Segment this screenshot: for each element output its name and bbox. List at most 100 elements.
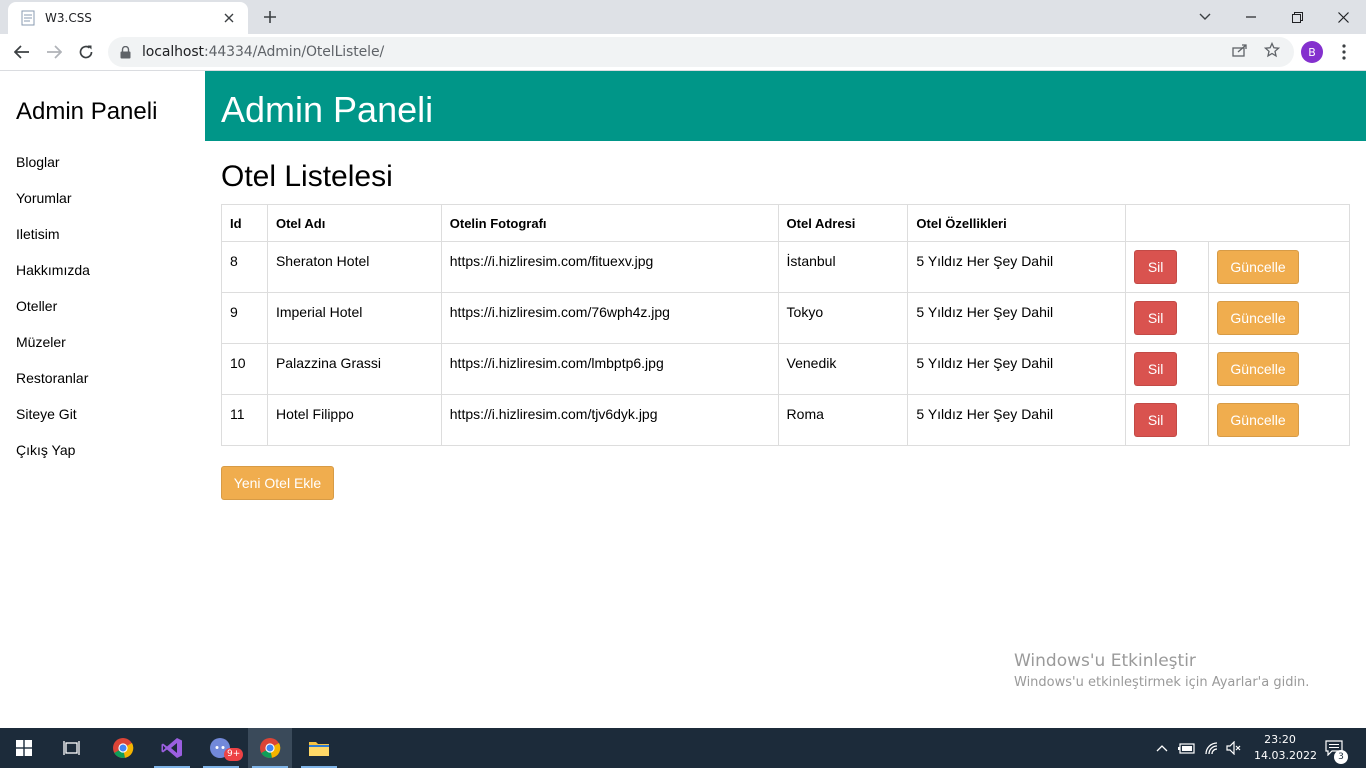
share-icon[interactable]: [1231, 41, 1249, 59]
cell-name: Imperial Hotel: [266, 292, 442, 344]
update-button[interactable]: Güncelle: [1217, 250, 1300, 284]
browser-toolbar: localhost:44334/Admin/OtelListele/ B: [0, 34, 1366, 71]
reload-icon[interactable]: [72, 38, 100, 66]
page-favicon-icon: [20, 10, 36, 26]
minimize-icon[interactable]: [1228, 0, 1274, 34]
url-text: localhost:44334/Admin/OtelListele/: [142, 44, 384, 60]
windows-start-icon[interactable]: [2, 728, 46, 768]
tab-title: W3.CSS: [45, 11, 92, 25]
url-host: localhost: [142, 44, 204, 60]
column-header-name: Otel Adı: [266, 204, 442, 242]
column-header-photo: Otelin Fotografı: [440, 204, 779, 242]
address-bar[interactable]: localhost:44334/Admin/OtelListele/: [108, 37, 1294, 67]
browser-menu-icon[interactable]: [1334, 41, 1354, 63]
sidebar-item-iletisim[interactable]: Iletisim: [16, 226, 60, 242]
column-header-actions: [1125, 204, 1350, 242]
column-header-address: Otel Adresi: [777, 204, 909, 242]
cell-photo: https://i.hizliresim.com/fituexv.jpg: [440, 241, 779, 293]
watermark-subtitle: Windows'u etkinleştirmek için Ayarlar'a …: [1014, 675, 1310, 690]
chrome-icon[interactable]: [101, 728, 145, 768]
taskbar-clock[interactable]: 23:20 14.03.2022: [1254, 732, 1317, 764]
cell-name: Hotel Filippo: [266, 394, 442, 446]
browser-tab-strip: W3.CSS: [0, 0, 1366, 34]
notification-count: 3: [1334, 750, 1348, 764]
page-header: Admin Paneli: [205, 71, 1366, 141]
hotel-table: Id Otel Adı Otelin Fotografı Otel Adresi…: [221, 204, 1350, 446]
cell-photo: https://i.hizliresim.com/lmbptp6.jpg: [440, 343, 779, 395]
chrome-active-icon[interactable]: [248, 728, 292, 768]
forward-arrow-icon[interactable]: [40, 38, 68, 66]
header-title: Admin Paneli: [221, 89, 434, 130]
sidebar-item-bloglar[interactable]: Bloglar: [16, 154, 60, 170]
delete-button[interactable]: Sil: [1134, 403, 1178, 437]
sidebar-item-yorumlar[interactable]: Yorumlar: [16, 190, 72, 206]
file-explorer-icon[interactable]: [297, 728, 341, 768]
cell-address: Venedik: [777, 343, 909, 395]
tray-chevron-up-icon[interactable]: [1154, 728, 1170, 768]
delete-button[interactable]: Sil: [1134, 301, 1178, 335]
battery-icon[interactable]: [1177, 728, 1197, 768]
task-view-icon[interactable]: [50, 728, 94, 768]
cell-address: Roma: [777, 394, 909, 446]
update-button[interactable]: Güncelle: [1217, 352, 1300, 386]
sidebar: Admin Paneli Bloglar Yorumlar Iletisim H…: [0, 71, 205, 728]
cell-id: 8: [221, 241, 268, 293]
cell-update: Güncelle: [1208, 292, 1350, 344]
add-hotel-button[interactable]: Yeni Otel Ekle: [221, 466, 334, 500]
cell-features: 5 Yıldız Her Şey Dahil: [907, 394, 1127, 446]
column-header-features: Otel Özellikleri: [907, 204, 1127, 242]
cell-name: Palazzina Grassi: [266, 343, 442, 395]
cell-delete: Sil: [1125, 343, 1210, 395]
cell-address: İstanbul: [777, 241, 909, 293]
volume-muted-icon[interactable]: [1224, 728, 1244, 768]
discord-badge: 9+: [224, 748, 244, 761]
delete-button[interactable]: Sil: [1134, 352, 1178, 386]
discord-icon[interactable]: 9+: [199, 728, 244, 768]
clock-time: 23:20: [1264, 733, 1296, 746]
tab-search-chevron-icon[interactable]: [1182, 0, 1228, 34]
table-row: 10 Palazzina Grassi https://i.hizliresim…: [221, 343, 1350, 395]
cell-photo: https://i.hizliresim.com/tjv6dyk.jpg: [440, 394, 779, 446]
visual-studio-icon[interactable]: [150, 728, 194, 768]
close-tab-icon[interactable]: [220, 9, 238, 27]
cell-name: Sheraton Hotel: [266, 241, 442, 293]
table-row: 9 Imperial Hotel https://i.hizliresim.co…: [221, 292, 1350, 344]
sidebar-item-siteye-git[interactable]: Siteye Git: [16, 406, 77, 422]
cell-id: 10: [221, 343, 268, 395]
cell-update: Güncelle: [1208, 343, 1350, 395]
cell-photo: https://i.hizliresim.com/76wph4z.jpg: [440, 292, 779, 344]
cell-features: 5 Yıldız Her Şey Dahil: [907, 343, 1127, 395]
restore-icon[interactable]: [1274, 0, 1320, 34]
lock-icon: [120, 45, 134, 59]
cell-update: Güncelle: [1208, 241, 1350, 293]
back-arrow-icon[interactable]: [8, 38, 36, 66]
browser-tab[interactable]: W3.CSS: [8, 2, 248, 34]
windows-taskbar: 9+ 23:20 14.03.2022 3: [0, 728, 1366, 768]
sidebar-item-muzeler[interactable]: Müzeler: [16, 334, 66, 350]
cell-id: 11: [221, 394, 268, 446]
close-window-icon[interactable]: [1320, 0, 1366, 34]
update-button[interactable]: Güncelle: [1217, 403, 1300, 437]
profile-avatar[interactable]: B: [1301, 41, 1323, 63]
sidebar-title: Admin Paneli: [16, 98, 158, 125]
sidebar-item-oteller[interactable]: Oteller: [16, 298, 57, 314]
sidebar-item-cikis-yap[interactable]: Çıkış Yap: [16, 442, 75, 458]
bookmark-star-icon[interactable]: [1263, 41, 1281, 59]
cell-features: 5 Yıldız Her Şey Dahil: [907, 241, 1127, 293]
page-title: Otel Listelesi: [221, 160, 393, 193]
cell-update: Güncelle: [1208, 394, 1350, 446]
sidebar-item-restoranlar[interactable]: Restoranlar: [16, 370, 88, 386]
table-header-row: Id Otel Adı Otelin Fotografı Otel Adresi…: [221, 204, 1350, 242]
table-row: 8 Sheraton Hotel https://i.hizliresim.co…: [221, 241, 1350, 293]
cell-id: 9: [221, 292, 268, 344]
watermark-title: Windows'u Etkinleştir: [1014, 651, 1196, 671]
sidebar-item-hakkimizda[interactable]: Hakkımızda: [16, 262, 90, 278]
clock-date: 14.03.2022: [1254, 749, 1317, 762]
notification-center-icon[interactable]: 3: [1322, 728, 1348, 768]
cell-delete: Sil: [1125, 292, 1210, 344]
delete-button[interactable]: Sil: [1134, 250, 1178, 284]
new-tab-button[interactable]: [256, 6, 284, 28]
update-button[interactable]: Güncelle: [1217, 301, 1300, 335]
cell-delete: Sil: [1125, 241, 1210, 293]
wifi-icon[interactable]: [1202, 728, 1222, 768]
